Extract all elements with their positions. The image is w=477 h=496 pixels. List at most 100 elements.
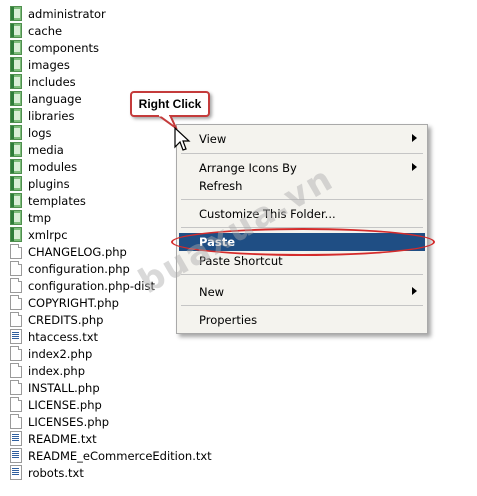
folder-icon <box>10 125 22 140</box>
folder-icon <box>10 91 22 106</box>
list-item[interactable]: COPYRIGHT.php <box>10 294 119 311</box>
folder-icon <box>10 227 22 242</box>
list-item[interactable]: CREDITS.php <box>10 311 103 328</box>
file-name: configuration.php-dist <box>28 278 155 293</box>
file-name: templates <box>28 193 86 208</box>
folder-icon <box>10 108 22 123</box>
folder-icon <box>10 57 22 72</box>
file-name: INSTALL.php <box>28 380 100 395</box>
file-name: configuration.php <box>28 261 130 276</box>
text-file-icon <box>10 448 22 463</box>
file-name: language <box>28 91 82 106</box>
menu-item-label: Refresh <box>199 179 243 193</box>
file-name: LICENSES.php <box>28 414 110 429</box>
file-name: modules <box>28 159 78 174</box>
file-name: includes <box>28 74 76 89</box>
folder-icon <box>10 176 22 191</box>
list-item[interactable]: language <box>10 90 82 107</box>
list-item[interactable]: includes <box>10 73 76 90</box>
file-name: media <box>28 142 64 157</box>
list-item[interactable]: xmlrpc <box>10 226 68 243</box>
folder-icon <box>10 23 22 38</box>
list-item[interactable]: htaccess.txt <box>10 328 98 345</box>
list-item[interactable]: images <box>10 56 70 73</box>
file-name: plugins <box>28 176 70 191</box>
list-item[interactable]: cache <box>10 22 62 39</box>
list-item[interactable]: configuration.php <box>10 260 130 277</box>
list-item[interactable]: configuration.php-dist <box>10 277 155 294</box>
folder-icon <box>10 142 22 157</box>
list-item[interactable]: index2.php <box>10 345 92 362</box>
callout-label: Right Click <box>138 97 202 111</box>
list-item[interactable]: LICENSE.php <box>10 396 102 413</box>
list-item[interactable]: libraries <box>10 107 74 124</box>
document-icon <box>10 346 22 361</box>
list-item[interactable]: README_eCommerceEdition.txt <box>10 447 212 464</box>
list-item[interactable]: plugins <box>10 175 70 192</box>
file-name: CREDITS.php <box>28 312 104 327</box>
file-name: libraries <box>28 108 75 123</box>
file-name: images <box>28 57 70 72</box>
file-name: LICENSE.php <box>28 397 102 412</box>
list-item[interactable]: LICENSES.php <box>10 413 109 430</box>
text-file-icon <box>10 465 22 480</box>
menu-item-label: View <box>199 132 227 146</box>
menu-separator <box>181 305 423 306</box>
list-item[interactable]: tmp <box>10 209 51 226</box>
file-name: tmp <box>28 210 52 225</box>
menu-separator <box>181 153 423 154</box>
mouse-cursor-icon <box>174 127 191 151</box>
folder-icon <box>10 74 22 89</box>
document-icon <box>10 278 22 293</box>
file-name: xmlrpc <box>28 227 68 242</box>
list-item[interactable]: index.php <box>10 362 85 379</box>
file-name: index.php <box>28 363 86 378</box>
submenu-arrow-icon <box>412 134 417 142</box>
list-item[interactable]: templates <box>10 192 86 209</box>
list-item[interactable]: CHANGELOG.php <box>10 243 127 260</box>
menu-separator <box>181 274 423 275</box>
menu-item-label: New <box>199 285 225 299</box>
file-name: index2.php <box>28 346 93 361</box>
list-item[interactable]: robots.txt <box>10 464 84 481</box>
menu-item-label: Properties <box>199 313 258 327</box>
menu-item-label: Arrange Icons By <box>199 161 297 175</box>
text-file-icon <box>10 329 22 344</box>
right-click-callout: Right Click <box>130 91 210 117</box>
document-icon <box>10 312 22 327</box>
file-name: logs <box>28 125 52 140</box>
list-item[interactable]: modules <box>10 158 77 175</box>
menu-item-view[interactable]: View <box>179 130 425 148</box>
file-name: COPYRIGHT.php <box>28 295 119 310</box>
file-name: htaccess.txt <box>28 329 99 344</box>
document-icon <box>10 244 22 259</box>
file-name: components <box>28 40 100 55</box>
document-icon <box>10 363 22 378</box>
folder-icon <box>10 193 22 208</box>
list-item[interactable]: INSTALL.php <box>10 379 100 396</box>
list-item[interactable]: logs <box>10 124 52 141</box>
submenu-arrow-icon <box>412 163 417 171</box>
document-icon <box>10 397 22 412</box>
text-file-icon <box>10 431 22 446</box>
document-icon <box>10 414 22 429</box>
file-name: cache <box>28 23 63 38</box>
menu-item-properties[interactable]: Properties <box>179 311 425 329</box>
submenu-arrow-icon <box>412 287 417 295</box>
file-name: CHANGELOG.php <box>28 244 127 259</box>
file-name: README_eCommerceEdition.txt <box>28 448 212 463</box>
folder-icon <box>10 6 22 21</box>
document-icon <box>10 380 22 395</box>
folder-icon <box>10 159 22 174</box>
list-item[interactable]: administrator <box>10 5 106 22</box>
document-icon <box>10 295 22 310</box>
list-item[interactable]: media <box>10 141 64 158</box>
document-icon <box>10 261 22 276</box>
file-name: README.txt <box>28 431 97 446</box>
folder-icon <box>10 210 22 225</box>
file-name: robots.txt <box>28 465 84 480</box>
file-name: administrator <box>28 6 106 21</box>
list-item[interactable]: components <box>10 39 99 56</box>
menu-item-new[interactable]: New <box>179 283 425 301</box>
list-item[interactable]: README.txt <box>10 430 97 447</box>
